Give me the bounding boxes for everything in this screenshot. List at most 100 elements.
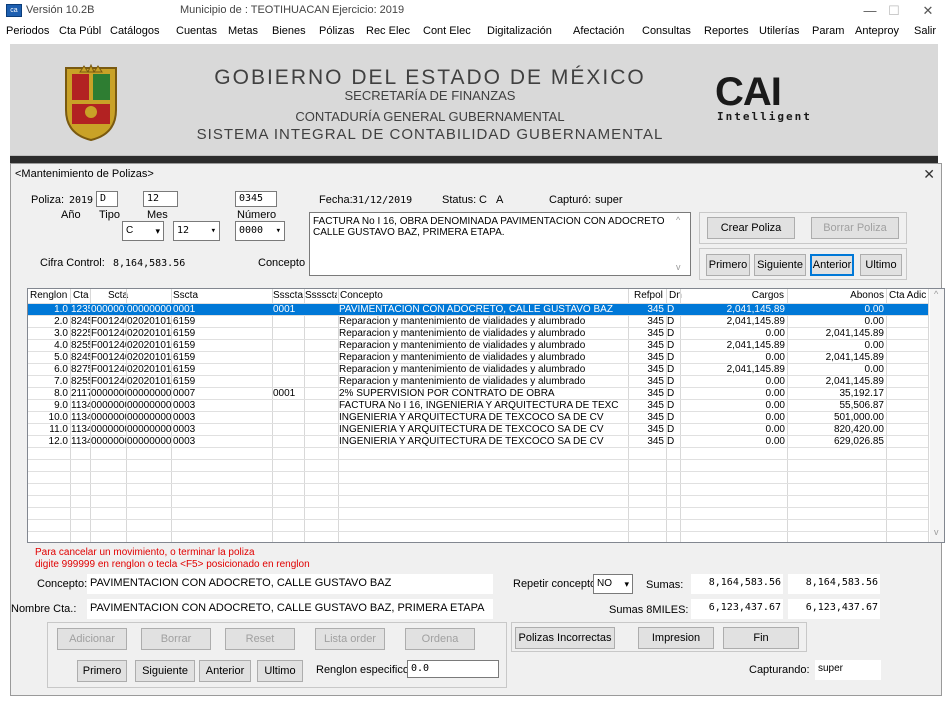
menu-consultas[interactable]: Consultas	[642, 25, 691, 37]
chevron-down-icon: ▾	[155, 226, 160, 236]
minimize-icon[interactable]: —	[860, 3, 880, 18]
menu-bar: Periodos Cta Públ Catálogos Cuentas Meta…	[0, 22, 945, 42]
close-window-icon[interactable]: ✕	[918, 3, 938, 19]
status-label: Status:	[442, 194, 477, 206]
concepto-textarea[interactable]: FACTURA No I 16, OBRA DENOMINADA PAVIMEN…	[309, 212, 691, 276]
crear-poliza-button[interactable]: Crear Poliza	[707, 217, 795, 239]
col-header-cargos[interactable]: Cargos	[678, 289, 786, 303]
col-header-scta[interactable]: Scta	[108, 289, 158, 303]
bottom-anterior-button[interactable]: Anterior	[199, 660, 251, 682]
adicionar-button[interactable]: Adicionar	[57, 628, 127, 650]
scroll-up-icon[interactable]: ^	[676, 215, 680, 225]
movements-grid[interactable]: Renglon Cta Scta Sscta Sssctа Sssscta Co…	[27, 288, 945, 543]
scroll-down-icon[interactable]: v	[934, 527, 939, 537]
menu-polizas[interactable]: Pólizas	[319, 25, 354, 37]
mes-label: Mes	[147, 209, 168, 221]
cai-logo: CAI Intelligent	[715, 72, 812, 123]
col-header-sssscta[interactable]: Sssscta	[305, 289, 337, 303]
chevron-down-icon: ▾	[275, 226, 281, 236]
cancel-note-line2: digite 999999 en renglon o tecla <F5> po…	[35, 559, 310, 570]
bottom-concepto-field[interactable]: PAVIMENTACION CON ADOCRETO, CALLE GUSTAV…	[87, 574, 493, 594]
status-value: C	[479, 194, 487, 206]
menu-cont-elec[interactable]: Cont Elec	[423, 25, 471, 37]
renglon-especifico-label: Renglon especifico:	[316, 664, 413, 676]
fecha-label: Fecha:	[319, 194, 353, 206]
menu-reportes[interactable]: Reportes	[704, 25, 749, 37]
ultimo-button[interactable]: Ultimo	[860, 254, 902, 276]
numero-combo-value: 0000	[239, 225, 264, 236]
ejercicio-label: Ejercicio: 2019	[332, 4, 405, 16]
banner-title: GOBIERNO DEL ESTADO DE MÉXICO	[214, 66, 646, 89]
capturando-label: Capturando:	[749, 664, 810, 676]
maximize-icon[interactable]: ☐	[884, 3, 904, 19]
sumas8-cargos: 6,123,437.67	[691, 599, 783, 619]
numero-combo[interactable]: 0000 ▾	[235, 221, 285, 241]
form-close-icon[interactable]: ✕	[923, 166, 935, 183]
chevron-down-icon: ▾	[210, 226, 216, 236]
borrar-button[interactable]: Borrar	[141, 628, 211, 650]
municipio-label: Municipio de : TEOTIHUACAN	[180, 4, 330, 16]
poliza-year: 2019	[69, 195, 94, 206]
bottom-primero-button[interactable]: Primero	[77, 660, 127, 682]
tipo-combo[interactable]: C ▾	[122, 221, 164, 241]
col-header-cta-adic[interactable]: Cta Adic	[889, 289, 929, 303]
col-header-refpol[interactable]: Refpol	[634, 289, 666, 303]
ordena-button[interactable]: Ordena	[405, 628, 475, 650]
borrar-poliza-button[interactable]: Borrar Poliza	[811, 217, 899, 239]
mes-combo[interactable]: 12 ▾	[173, 221, 220, 241]
menu-metas[interactable]: Metas	[228, 25, 258, 37]
menu-cta-publ[interactable]: Cta Públ	[59, 25, 101, 37]
primero-button[interactable]: Primero	[706, 254, 750, 276]
col-header-concepto[interactable]: Concepto	[340, 289, 620, 303]
repetir-combo[interactable]: NO ▾	[593, 574, 633, 594]
banner-sistema: SISTEMA INTEGRAL DE CONTABILIDAD GUBERNA…	[196, 126, 664, 143]
menu-param[interactable]: Param	[812, 25, 844, 37]
scroll-down-icon[interactable]: v	[676, 262, 681, 272]
reset-button[interactable]: Reset	[225, 628, 295, 650]
menu-utilerias[interactable]: Utilerías	[759, 25, 799, 37]
menu-cuentas[interactable]: Cuentas	[176, 25, 217, 37]
status-extra: A	[496, 194, 504, 206]
concepto-text: FACTURA No I 16, OBRA DENOMINADA PAVIMEN…	[313, 216, 665, 238]
poliza-tipo-field[interactable]: D	[96, 191, 118, 207]
col-header-ssscta[interactable]: Sssctа	[273, 289, 305, 303]
menu-anteproy[interactable]: Anteproy	[855, 25, 899, 37]
col-header-renglon[interactable]: Renglon	[30, 289, 70, 303]
tipo-combo-value: C	[126, 225, 134, 236]
menu-digitalizacion[interactable]: Digitalización	[487, 25, 552, 37]
lista-order-button[interactable]: Lista order	[315, 628, 385, 650]
anterior-button[interactable]: Anterior	[810, 254, 854, 276]
col-header-abonos[interactable]: Abonos	[788, 289, 886, 303]
version-label: Versión 10.2B	[26, 4, 95, 16]
menu-salir[interactable]: Salir	[914, 25, 936, 37]
poliza-mes-field[interactable]: 12	[143, 191, 178, 207]
cifra-value: 8,164,583.56	[113, 258, 186, 269]
menu-periodos[interactable]: Periodos	[6, 25, 49, 37]
scroll-up-icon[interactable]: ^	[934, 289, 938, 299]
bottom-ultimo-button[interactable]: Ultimo	[257, 660, 303, 682]
nombre-cta-field[interactable]: PAVIMENTACION CON ADOCRETO, CALLE GUSTAV…	[87, 599, 493, 619]
capturo-label: Capturó:	[549, 194, 592, 206]
numero-label: Número	[237, 209, 277, 221]
capturando-value: super	[815, 660, 881, 680]
chevron-down-icon: ▾	[624, 579, 629, 589]
renglon-especifico-field[interactable]: 0.0	[407, 660, 499, 678]
menu-rec-elec[interactable]: Rec Elec	[366, 25, 410, 37]
polizas-incorrectas-button[interactable]: Polizas Incorrectas	[515, 627, 615, 649]
bottom-siguiente-button[interactable]: Siguiente	[135, 660, 195, 682]
concepto-label: Concepto	[258, 257, 306, 269]
col-header-sscta[interactable]: Sscta	[173, 289, 263, 303]
menu-bienes[interactable]: Bienes	[272, 25, 306, 37]
impresion-button[interactable]: Impresion	[638, 627, 714, 649]
repetir-label: Repetir concepto:	[513, 578, 600, 590]
menu-catalogos[interactable]: Catálogos	[110, 25, 160, 37]
siguiente-button[interactable]: Siguiente	[754, 254, 806, 276]
poliza-numero-field[interactable]: 0345	[235, 191, 277, 207]
fin-button[interactable]: Fin	[723, 627, 799, 649]
menu-afectacion[interactable]: Afectación	[573, 25, 624, 37]
grid-scrollbar[interactable]: ^ v	[930, 289, 944, 542]
title-bar: ca Versión 10.2B Municipio de : TEOTIHUA…	[0, 0, 945, 22]
banner-divider	[10, 156, 938, 163]
form-title: <Mantenimiento de Polizas>	[15, 168, 154, 180]
col-header-cta[interactable]: Cta	[73, 289, 99, 303]
